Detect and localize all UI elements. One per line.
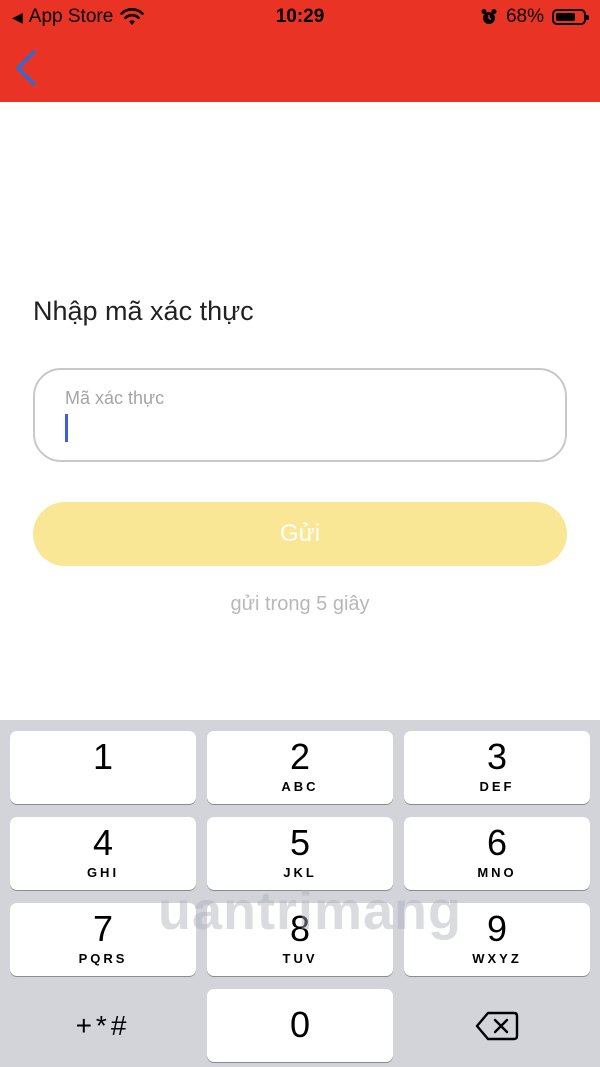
key-digit: 0 bbox=[289, 1004, 311, 1045]
numeric-keypad: 1 2 ABC 3 DEF 4 GHI 5 JKL 6 MNO 7 PQRS 8… bbox=[0, 720, 600, 1067]
status-right: 68% bbox=[480, 6, 589, 28]
key-digit: 3 bbox=[486, 736, 508, 777]
verification-code-input[interactable]: Mã xác thực bbox=[33, 368, 567, 462]
key-7[interactable]: 7 PQRS bbox=[10, 903, 196, 976]
back-button[interactable] bbox=[10, 48, 46, 88]
key-6[interactable]: 6 MNO bbox=[404, 817, 590, 890]
key-letters: MNO bbox=[477, 865, 517, 880]
key-letters: JKL bbox=[283, 865, 317, 880]
key-digit: 6 bbox=[486, 822, 508, 863]
key-letters: DEF bbox=[479, 779, 515, 794]
battery-percent: 68% bbox=[505, 6, 544, 27]
key-letters: GHI bbox=[86, 865, 120, 880]
alarm-icon bbox=[481, 9, 497, 24]
key-0[interactable]: 0 bbox=[207, 989, 393, 1062]
battery-icon bbox=[552, 9, 589, 25]
key-4[interactable]: 4 GHI bbox=[10, 817, 196, 890]
key-digit: 1 bbox=[92, 736, 114, 777]
chevron-left-icon bbox=[16, 50, 36, 86]
header-bar: ◀ App Store 10:29 68% bbox=[0, 0, 600, 102]
code-placeholder: Mã xác thực bbox=[65, 388, 165, 408]
text-caret bbox=[65, 414, 68, 442]
key-digit: 9 bbox=[486, 908, 508, 949]
key-digit: 5 bbox=[289, 822, 311, 863]
key-digit: 8 bbox=[289, 908, 311, 949]
key-9[interactable]: 9 WXYZ bbox=[404, 903, 590, 976]
status-bar: ◀ App Store 10:29 68% bbox=[0, 0, 600, 34]
key-1[interactable]: 1 bbox=[10, 731, 196, 804]
backspace-icon bbox=[475, 1011, 519, 1041]
key-8[interactable]: 8 TUV bbox=[207, 903, 393, 976]
key-digit: 7 bbox=[92, 908, 114, 949]
key-3[interactable]: 3 DEF bbox=[404, 731, 590, 804]
key-digit: 2 bbox=[289, 736, 311, 777]
resend-countdown: gửi trong 5 giây bbox=[230, 593, 370, 615]
key-2[interactable]: 2 ABC bbox=[207, 731, 393, 804]
page-title: Nhập mã xác thực bbox=[33, 296, 254, 326]
key-letters: ABC bbox=[281, 779, 319, 794]
send-button[interactable]: Gửi bbox=[33, 502, 567, 566]
delete-key[interactable] bbox=[404, 989, 590, 1062]
key-letters: TUV bbox=[282, 951, 318, 966]
key-letters: WXYZ bbox=[472, 951, 522, 966]
key-letters: PQRS bbox=[78, 951, 128, 966]
key-5[interactable]: 5 JKL bbox=[207, 817, 393, 890]
key-digit: 4 bbox=[92, 822, 114, 863]
symbols-label: +*# bbox=[75, 1010, 131, 1041]
symbols-key[interactable]: +*# bbox=[10, 989, 196, 1062]
